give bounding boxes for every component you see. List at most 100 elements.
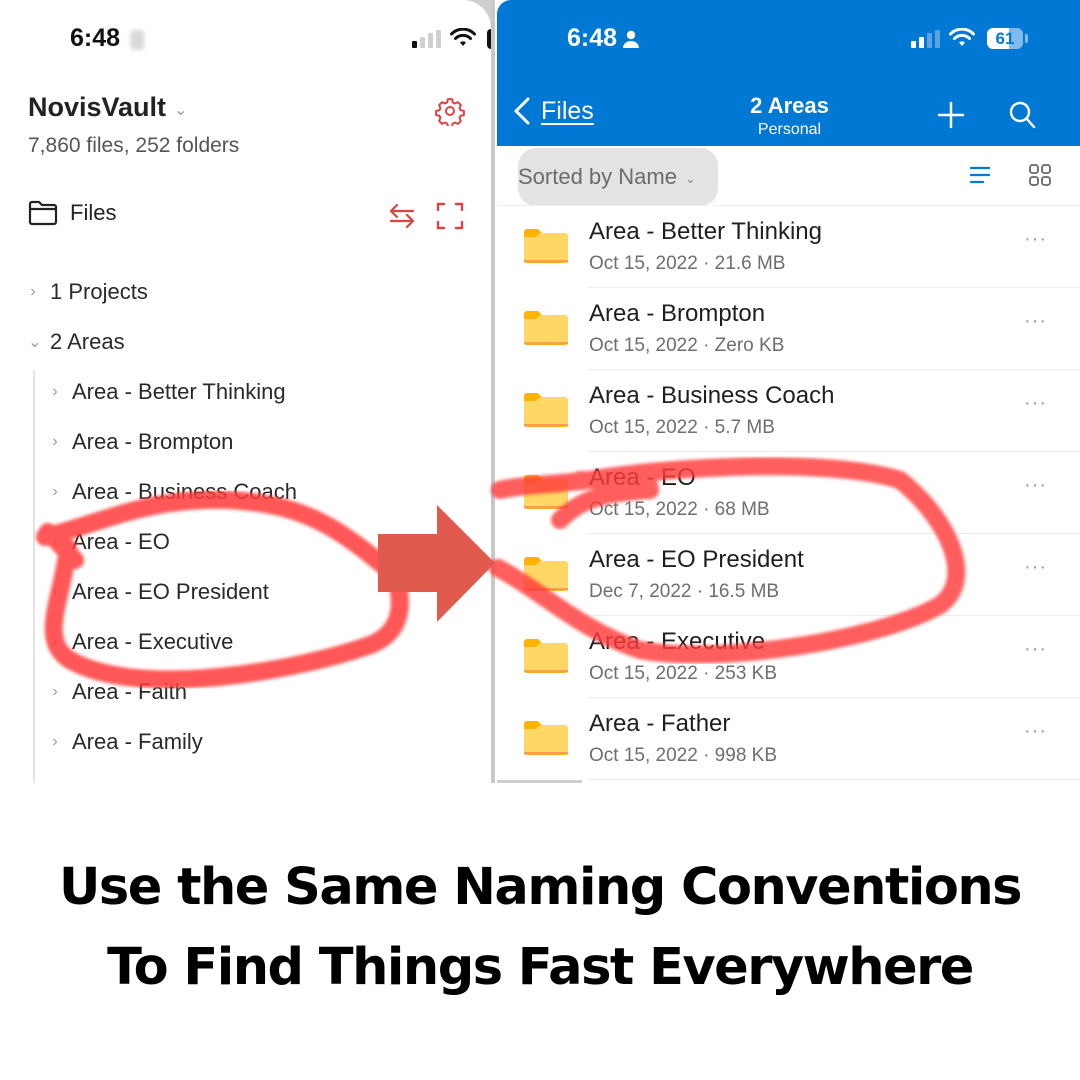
tree-item-label: Area - Business Coach	[72, 479, 297, 504]
file-row[interactable]: Area - EO Oct 15, 2022 · 68 MB ···	[497, 452, 1080, 534]
file-meta: Oct 15, 2022 · Zero KB	[589, 335, 785, 356]
tree-item-label: Area - Better Thinking	[72, 379, 286, 404]
wifi-icon	[949, 28, 975, 46]
battery-icon: 61	[987, 28, 1023, 49]
chevron-right-icon: ›	[52, 583, 58, 600]
tree-indent-guide	[33, 370, 35, 783]
folder-icon	[524, 557, 568, 591]
folder-location: Personal	[757, 121, 822, 138]
tree-item[interactable]: › Area - Better Thinking	[50, 379, 286, 405]
file-meta: Oct 15, 2022 · 998 KB	[589, 745, 778, 766]
folder-icon	[524, 311, 568, 345]
grid-view-icon[interactable]	[1028, 163, 1052, 187]
tree-item-label: Area - Faith	[72, 679, 187, 704]
wifi-icon	[450, 28, 476, 46]
tree-item-label: Area - Executive	[72, 629, 234, 654]
file-row[interactable]: Area - EO President Dec 7, 2022 · 16.5 MB…	[497, 534, 1080, 616]
more-options-icon[interactable]: ···	[1024, 638, 1047, 661]
gear-icon[interactable]	[435, 96, 465, 126]
tree-item-projects[interactable]: › 1 Projects	[28, 279, 148, 305]
tree-item[interactable]: › Area - Family	[50, 729, 202, 755]
more-options-icon[interactable]: ···	[1024, 556, 1047, 579]
list-view-icon[interactable]	[969, 165, 991, 185]
more-options-icon[interactable]: ···	[1024, 474, 1047, 497]
file-row[interactable]: Area - Brompton Oct 15, 2022 · Zero KB ···	[497, 288, 1080, 370]
folder-icon	[524, 721, 568, 755]
status-blurred-icon	[130, 30, 144, 50]
battery-tip	[1025, 34, 1028, 43]
chevron-right-icon: ›	[52, 683, 58, 700]
tree-item-label: Area - EO President	[72, 579, 269, 604]
status-time: 6:48	[567, 24, 618, 52]
status-bar: 6:48	[567, 24, 640, 53]
tree-item-label: 1 Projects	[50, 279, 148, 304]
files-section-header[interactable]: Files	[28, 200, 116, 226]
chevron-right-icon: ›	[52, 483, 58, 500]
tree-item-label: 2 Areas	[50, 329, 125, 354]
file-meta: Oct 15, 2022 · 21.6 MB	[589, 253, 786, 274]
file-row[interactable]: Area - Father Oct 15, 2022 · 998 KB ···	[497, 698, 1080, 780]
back-button[interactable]: Files	[513, 96, 594, 126]
chevron-right-icon: ›	[52, 433, 58, 450]
vault-switcher[interactable]: NovisVault ⌄	[28, 92, 187, 123]
sort-dropdown[interactable]: Sorted by Name ⌄	[518, 148, 718, 206]
more-options-icon[interactable]: ···	[1024, 392, 1047, 415]
chevron-right-icon: ›	[52, 733, 58, 750]
more-options-icon[interactable]: ···	[1024, 228, 1047, 251]
tree-item-label: Area - Brompton	[72, 429, 234, 454]
file-name: Area - Father	[589, 710, 731, 737]
file-name: Area - Business Coach	[589, 382, 835, 409]
expand-icon[interactable]	[436, 202, 464, 230]
cellular-signal-icon	[412, 30, 441, 48]
folder-name: 2 Areas	[750, 93, 829, 118]
tree-item-areas[interactable]: ⌄ 2 Areas	[28, 329, 125, 355]
caption: Use the Same Naming Conventions To Find …	[0, 848, 1080, 1008]
tree-item[interactable]: › Area - EO	[50, 529, 170, 555]
tree-item[interactable]: › Area - EO President	[50, 579, 269, 605]
folder-icon	[524, 639, 568, 673]
onedrive-screenshot: 6:48 61 Files 2 Areas Personal Sorted by…	[497, 0, 1080, 783]
tree-item[interactable]: › Area - Executive	[50, 629, 233, 655]
folder-title: 2 Areas Personal	[707, 93, 872, 139]
screen-edge	[497, 780, 582, 783]
file-meta: Oct 15, 2022 · 68 MB	[589, 499, 770, 520]
plus-icon[interactable]	[937, 101, 965, 129]
caption-line-2: To Find Things Fast Everywhere	[107, 938, 974, 997]
chevron-right-icon: ›	[52, 383, 58, 400]
caption-line-1: Use the Same Naming Conventions	[58, 858, 1023, 917]
cellular-signal-icon	[911, 30, 940, 48]
chevron-right-icon: ›	[52, 633, 58, 650]
file-row[interactable]: Area - Executive Oct 15, 2022 · 253 KB ···	[497, 616, 1080, 698]
folder-icon	[524, 229, 568, 263]
more-options-icon[interactable]: ···	[1024, 310, 1047, 333]
file-row[interactable]: Area - Business Coach Oct 15, 2022 · 5.7 …	[497, 370, 1080, 452]
obsidian-screenshot: 6:48 NovisVault ⌄ 7,860 files, 252 folde…	[0, 0, 495, 783]
swap-arrows-icon[interactable]	[388, 202, 416, 230]
folder-icon	[524, 475, 568, 509]
tree-item[interactable]: › Area - Business Coach	[50, 479, 297, 505]
file-row[interactable]: Area - Better Thinking Oct 15, 2022 · 21.…	[497, 206, 1080, 288]
status-time: 6:48	[70, 24, 121, 52]
file-name: Area - EO	[589, 464, 696, 491]
tree-item-label: Area - EO	[72, 529, 170, 554]
file-name: Area - Executive	[589, 628, 766, 655]
folder-icon	[524, 393, 568, 427]
chevron-down-icon: ⌄	[28, 334, 42, 351]
file-name: Area - Brompton	[589, 300, 766, 327]
chevron-right-icon: ›	[30, 283, 36, 300]
chevron-down-icon: ⌄	[174, 101, 188, 119]
file-meta: Dec 7, 2022 · 16.5 MB	[589, 581, 780, 602]
tree-item[interactable]: › Area - Brompton	[50, 429, 233, 455]
more-options-icon[interactable]: ···	[1024, 720, 1047, 743]
files-label: Files	[70, 200, 117, 225]
search-icon[interactable]	[1008, 100, 1036, 130]
file-meta: Oct 15, 2022 · 5.7 MB	[589, 417, 775, 438]
tree-item[interactable]: › Area - Faith	[50, 679, 187, 705]
vault-name: NovisVault	[28, 92, 167, 122]
file-meta: Oct 15, 2022 · 253 KB	[589, 663, 778, 684]
battery-icon	[487, 29, 491, 49]
chevron-down-icon: ⌄	[684, 171, 696, 186]
file-name: Area - EO President	[589, 546, 804, 573]
chevron-right-icon: ›	[52, 533, 58, 550]
row-divider	[587, 779, 1080, 780]
